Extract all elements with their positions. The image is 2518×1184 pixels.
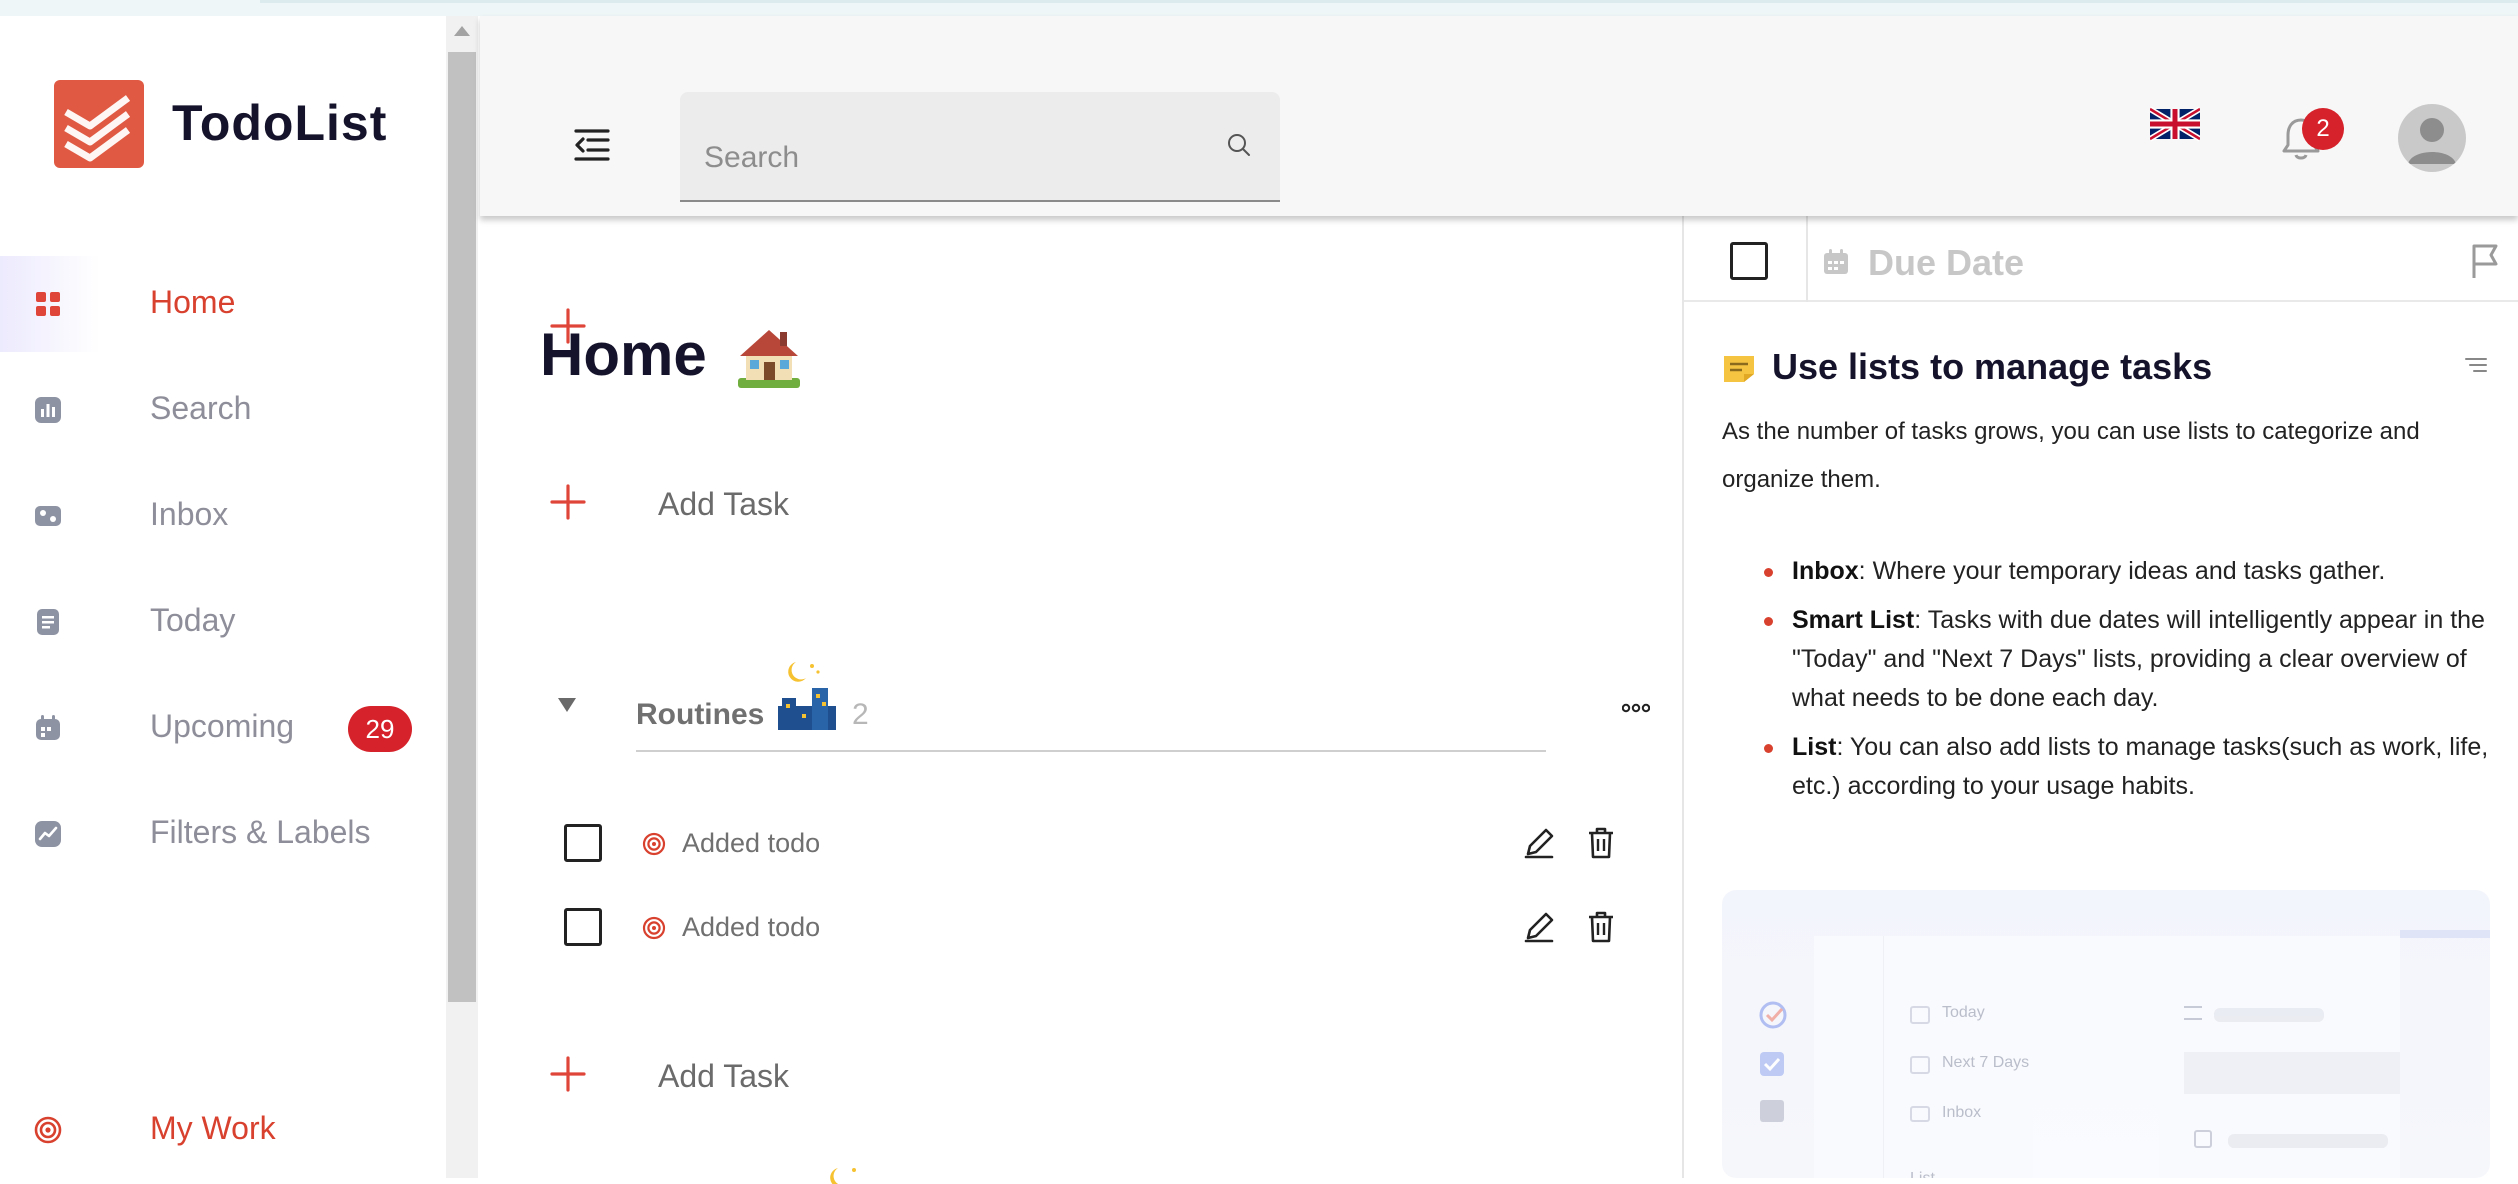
target-icon bbox=[642, 832, 666, 856]
bullet-text: : Where your temporary ideas and tasks g… bbox=[1858, 557, 2386, 585]
search-input[interactable] bbox=[704, 138, 1184, 178]
todo-item: Added todo bbox=[564, 898, 1634, 958]
todo-text[interactable]: Added todo bbox=[682, 912, 820, 943]
preview-item: Inbox bbox=[1942, 1104, 1982, 1121]
more-options-icon[interactable] bbox=[1622, 702, 1650, 714]
inbox-icon bbox=[35, 506, 61, 526]
plus-icon bbox=[550, 308, 586, 344]
search-field[interactable] bbox=[680, 92, 1280, 202]
upcoming-count-badge: 29 bbox=[348, 706, 412, 752]
search-icon[interactable] bbox=[1226, 132, 1252, 158]
section-name: Routines bbox=[636, 698, 765, 731]
preview-window: Today Next 7 Days Inbox List bbox=[1759, 936, 2400, 1178]
section-header-routines: Routines 2 bbox=[550, 658, 1650, 758]
panel-heading: Use lists to manage tasks bbox=[1772, 346, 2213, 387]
check-circle-icon bbox=[1759, 1001, 1787, 1029]
plus-icon bbox=[550, 1056, 586, 1092]
header: 2 bbox=[480, 16, 2518, 216]
top-strip bbox=[0, 0, 2518, 16]
description-toggle-icon[interactable] bbox=[2464, 356, 2488, 374]
memo-emoji-icon bbox=[1724, 356, 1754, 382]
illustration-preview: Today Next 7 Days Inbox List bbox=[1722, 890, 2490, 1178]
trash-icon[interactable] bbox=[1586, 910, 1616, 944]
sidebar-item-label: Upcoming bbox=[150, 708, 295, 744]
sidebar-item-label: Home bbox=[150, 284, 236, 320]
sidebar-item-label: Today bbox=[150, 602, 236, 638]
edit-pencil-icon[interactable] bbox=[1522, 826, 1556, 860]
sidebar-item-inbox[interactable]: Inbox bbox=[0, 468, 446, 564]
collapse-menu-icon[interactable] bbox=[572, 128, 612, 162]
bullet-term: List bbox=[1792, 733, 1837, 761]
scroll-up-arrow-icon[interactable] bbox=[454, 26, 470, 36]
bullet-item: Smart List: Tasks with due dates will in… bbox=[1722, 601, 2512, 718]
add-task-top[interactable] bbox=[550, 296, 1050, 356]
priority-flag-icon[interactable] bbox=[2468, 242, 2502, 280]
preview-item: List bbox=[1910, 1170, 1935, 1178]
trash-icon[interactable] bbox=[1586, 826, 1616, 860]
sidebar-item-upcoming[interactable]: Upcoming 29 bbox=[0, 680, 446, 776]
bullet-term: Smart List bbox=[1792, 606, 1915, 634]
moon-emoji-icon bbox=[830, 1168, 856, 1184]
panel-bullet-list: Inbox: Where your temporary ideas and ta… bbox=[1722, 552, 2512, 816]
sidebar: TodoList Home Search Inbox Today Upcomin… bbox=[0, 16, 446, 1178]
plus-icon bbox=[550, 484, 586, 520]
grid-icon bbox=[36, 292, 60, 316]
task-detail-panel: Due Date Use lists to manage tasks As th… bbox=[1682, 216, 2518, 1178]
add-task-label: Add Task bbox=[658, 486, 790, 522]
add-task-label: Add Task bbox=[658, 1058, 790, 1094]
calendar-icon[interactable] bbox=[1822, 248, 1850, 276]
section-divider bbox=[636, 750, 1546, 752]
sidebar-item-search[interactable]: Search bbox=[0, 362, 446, 458]
checkbox-icon bbox=[1760, 1052, 1784, 1076]
calendar-icon bbox=[36, 715, 60, 740]
sidebar-item-filters-labels[interactable]: Filters & Labels bbox=[0, 786, 446, 882]
edit-pencil-icon[interactable] bbox=[1522, 910, 1556, 944]
project-my-work[interactable]: My Work bbox=[0, 1086, 446, 1176]
task-complete-checkbox[interactable] bbox=[1730, 242, 1768, 280]
trend-icon bbox=[35, 821, 61, 847]
notification-badge: 2 bbox=[2302, 108, 2344, 150]
document-icon bbox=[37, 609, 59, 635]
project-label: My Work bbox=[150, 1110, 276, 1146]
bullet-term: Inbox bbox=[1792, 557, 1859, 585]
user-icon bbox=[2408, 118, 2456, 164]
scrollbar-thumb[interactable] bbox=[448, 52, 476, 1002]
target-icon bbox=[34, 1116, 62, 1144]
preview-item: Today bbox=[1942, 1004, 1985, 1021]
due-date-field[interactable]: Due Date bbox=[1868, 242, 2024, 284]
sidebar-item-label: Inbox bbox=[150, 496, 229, 532]
add-task-row[interactable]: Add Task bbox=[550, 474, 1050, 534]
todo-text[interactable]: Added todo bbox=[682, 828, 820, 859]
sidebar-item-home[interactable]: Home bbox=[0, 256, 446, 352]
todo-item: Added todo bbox=[564, 814, 1634, 874]
app-logo bbox=[54, 80, 144, 168]
bullet-item: List: You can also add lists to manage t… bbox=[1722, 728, 2512, 806]
add-task-row[interactable]: Add Task bbox=[550, 1046, 1050, 1106]
app-title: TodoList bbox=[172, 95, 388, 151]
task-detail-toolbar: Due Date bbox=[1684, 216, 2518, 302]
sidebar-scrollbar[interactable] bbox=[446, 16, 478, 1178]
main-content: Home Add Task Routines 2 Added todo Adde… bbox=[480, 216, 1682, 1184]
preview-item: Next 7 Days bbox=[1942, 1054, 2030, 1071]
target-icon bbox=[642, 916, 666, 940]
calendar-icon bbox=[1760, 1100, 1784, 1122]
bullet-text: : You can also add lists to manage tasks… bbox=[1792, 733, 2489, 800]
bullet-item: Inbox: Where your temporary ideas and ta… bbox=[1722, 552, 2512, 591]
panel-intro: As the number of tasks grows, you can us… bbox=[1722, 418, 2420, 493]
avatar[interactable] bbox=[2398, 104, 2466, 172]
todo-checkbox[interactable] bbox=[564, 824, 602, 862]
todo-checkbox[interactable] bbox=[564, 908, 602, 946]
chart-icon bbox=[35, 397, 61, 423]
sidebar-item-label: Filters & Labels bbox=[150, 814, 371, 850]
night-city-emoji-icon bbox=[778, 662, 836, 730]
section-count: 2 bbox=[852, 698, 869, 731]
collapse-caret-icon[interactable] bbox=[558, 698, 576, 712]
uk-flag-icon[interactable] bbox=[2150, 106, 2200, 142]
sidebar-item-today[interactable]: Today bbox=[0, 574, 446, 670]
sidebar-item-label: Search bbox=[150, 390, 252, 426]
